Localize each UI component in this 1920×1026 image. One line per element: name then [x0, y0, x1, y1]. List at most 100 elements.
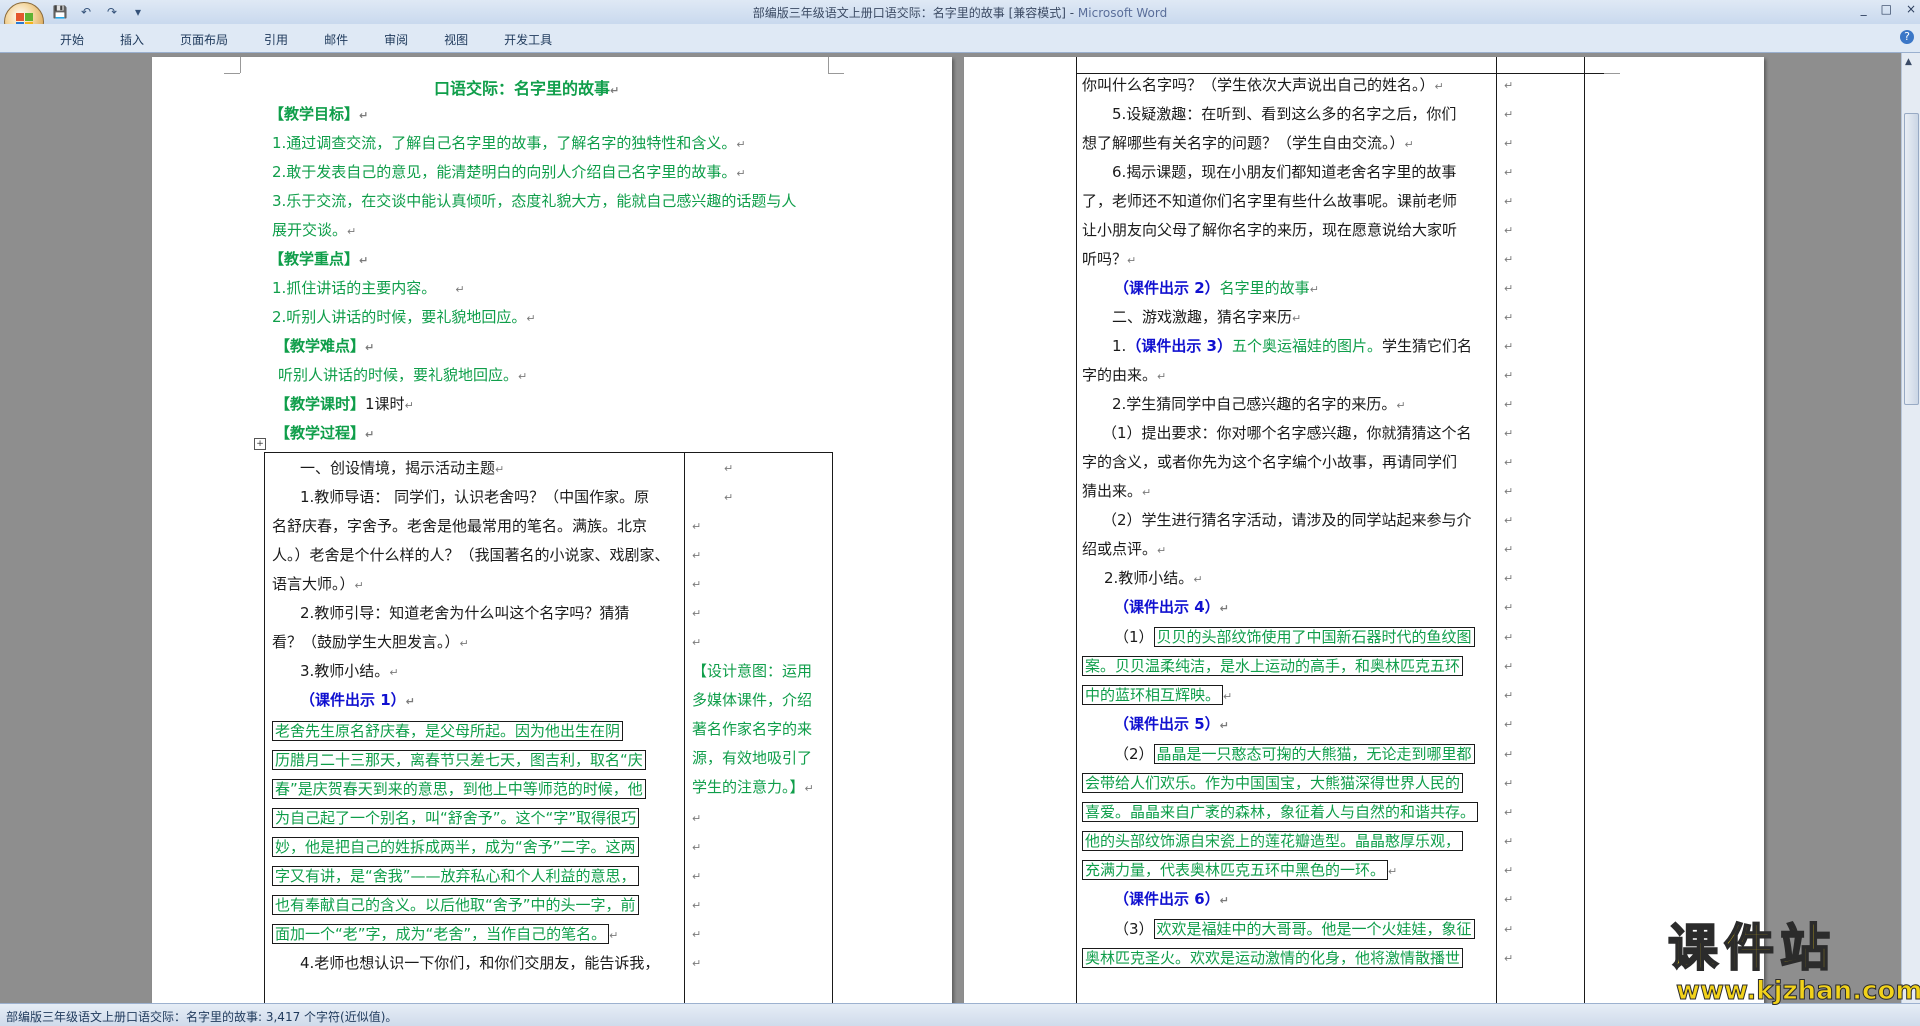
margin-corner-mark	[224, 73, 240, 74]
cell-line: （1）提出要求：你对哪个名字感兴趣，你就猜猜这个名	[1102, 424, 1472, 442]
cell-line: 字的含义，或者你先为这个名字编个小故事，再请同学们	[1082, 453, 1458, 471]
paragraph: 2.敢于发表自己的意见，能清楚明白的向别人介绍自己名字里的故事。↵	[272, 163, 746, 181]
cell-end-mark: ↵	[1504, 572, 1514, 585]
paragraph: 1.抓住讲话的主要内容。 ↵	[272, 279, 465, 297]
window-controls: _ □ ×	[1861, 2, 1916, 16]
title-bar: 💾 ↶ ↷ ▾ 部编版三年级语文上册口语交际：名字里的故事 [兼容模式] - M…	[0, 0, 1920, 42]
boxed-line: 老舍先生原名舒庆春，是父母所起。因为他出生在阴	[272, 717, 624, 746]
cell-line: 猜出来。↵	[1082, 482, 1152, 500]
cell-line: 3.教师小结。↵	[300, 662, 399, 680]
watermark-url: www.kjzhan.com	[1676, 976, 1920, 1007]
cell-end-mark: ↵	[1504, 224, 1514, 237]
cell-end-mark: ↵	[1504, 108, 1514, 121]
cell-end-mark: ↵	[1504, 514, 1514, 527]
boxed-line: 充满力量，代表奥林匹克五环中黑色的一环。 ↵	[1082, 856, 1397, 886]
boxed-line: 中的蓝环相互辉映。 ↵	[1082, 681, 1232, 711]
table-move-handle[interactable]: +	[254, 438, 266, 450]
boxed-line: 妙，他是把自己的姓拆成两半，成为“舍予”二字。这两	[272, 833, 639, 862]
scrollbar-thumb[interactable]	[1904, 113, 1919, 405]
paragraph: 2.听别人讲话的时候，要礼貌地回应。↵	[272, 308, 536, 326]
watermark-title: 课件站	[1667, 919, 1836, 977]
margin-corner-mark	[1604, 73, 1620, 74]
cell-line: 1.教师导语： 同学们，认识老舍吗？（中国作家。原	[300, 488, 650, 506]
cell-line: 二、游戏激趣，猜名字来历↵	[1112, 308, 1302, 326]
margin-corner-mark	[828, 57, 829, 73]
cell-end-mark: ↵	[1504, 166, 1514, 179]
table-border	[1584, 57, 1585, 1003]
cell-line: 4.老师也想认识一下你们，和你们交朋友，能告诉我，	[300, 954, 660, 972]
tab-insert[interactable]: 插入	[120, 31, 144, 48]
boxed-line: （2） 晶晶是一只憨态可掬的大熊猫，无论走到哪里都	[1114, 740, 1475, 769]
help-icon[interactable]: ?	[1900, 30, 1914, 44]
document-area[interactable]: 口语交际：名字里的故事↵ 【教学目标】↵ 1.通过调查交流，了解自己名字里的故事…	[0, 53, 1902, 1003]
cell-end-mark: ↵	[692, 636, 702, 649]
cell-line: 字的由来。↵	[1082, 366, 1167, 384]
cell-line: 6.揭示课题，现在小朋友们都知道老舍名字里的故事	[1112, 163, 1457, 181]
cell-end-mark: ↵	[692, 870, 702, 883]
table-border	[264, 452, 832, 453]
app-name: Microsoft Word	[1077, 6, 1168, 20]
minimize-icon[interactable]: _	[1861, 2, 1867, 16]
close-icon[interactable]: ×	[1906, 2, 1916, 16]
vertical-scrollbar[interactable]: ▲	[1901, 53, 1920, 1003]
cell-line: 语言大师。）↵	[272, 575, 364, 593]
boxed-line: 春”是庆贺春天到来的意思，到他上中等师范的时候，他	[272, 775, 646, 804]
cell-line: 名舒庆春，字舍予。老舍是他最常用的笔名。满族。北京	[272, 517, 648, 535]
scroll-up-icon[interactable]: ▲	[1905, 57, 1912, 67]
boxed-line: （1） 贝贝的头部纹饰使用了中国新石器时代的鱼纹图	[1114, 623, 1475, 652]
boxed-line: 奥林匹克圣火。欢欢是运动激情的化身，他将激情散播世	[1082, 944, 1464, 973]
courseware-label: （课件出示 1）↵	[300, 691, 415, 709]
cell-end-mark: ↵	[1504, 456, 1514, 469]
boxed-line: 历腊月二十三那天，离春节只差七天，图吉利，取名“庆	[272, 746, 646, 775]
tab-home[interactable]: 开始	[60, 31, 84, 48]
paragraph: 听别人讲话的时候，要礼貌地回应。↵	[278, 366, 528, 384]
design-note: 源，有效地吸引了	[692, 749, 813, 767]
cell-line: 1.（课件出示 3）五个奥运福娃的图片。学生猜它们名	[1112, 337, 1473, 355]
cell-line: 想了解哪些有关名字的问题？（学生自由交流。）↵	[1082, 134, 1414, 152]
cell-end-mark: ↵	[1504, 893, 1514, 906]
tab-developer[interactable]: 开发工具	[504, 31, 552, 48]
tab-review[interactable]: 审阅	[384, 31, 408, 48]
cell-line: 让小朋友向父母了解你名字的来历，现在愿意说给大家听	[1082, 221, 1458, 239]
window-title: 部编版三年级语文上册口语交际：名字里的故事 [兼容模式] - Microsoft…	[0, 4, 1920, 21]
section-heading: 【教学目标】↵	[269, 105, 369, 123]
design-note: 著名作家名字的来	[692, 720, 813, 738]
document-title: 部编版三年级语文上册口语交际：名字里的故事 [兼容模式] -	[752, 6, 1078, 20]
cell-end-mark: ↵	[692, 957, 702, 970]
table-border	[1076, 57, 1077, 1003]
table-border	[684, 452, 685, 1003]
cell-end-mark: ↵	[1504, 660, 1514, 673]
page-1[interactable]: 口语交际：名字里的故事↵ 【教学目标】↵ 1.通过调查交流，了解自己名字里的故事…	[152, 57, 952, 1003]
cell-end-mark: ↵	[1504, 311, 1514, 324]
cell-end-mark: ↵	[692, 899, 702, 912]
cell-end-mark: ↵	[692, 812, 702, 825]
boxed-line: 也有奉献自己的含义。以后他取“舍予”中的头一字，前	[272, 891, 639, 920]
cell-line: （2）学生进行猜名字活动，请涉及的同学站起来参与介	[1102, 511, 1472, 529]
design-note: 【设计意图：运用	[692, 662, 813, 680]
cell-end-mark: ↵	[692, 928, 702, 941]
boxed-line: 案。贝贝温柔纯洁，是水上运动的高手，和奥林匹克五环	[1082, 652, 1464, 681]
maximize-icon[interactable]: □	[1881, 2, 1892, 16]
table-border	[1496, 57, 1497, 1003]
table-border	[832, 452, 833, 1003]
paragraph: 3.乐于交流，在交谈中能认真倾听，态度礼貌大方，能就自己感兴趣的话题与人	[272, 192, 797, 210]
page-2[interactable]: 你叫什么名字吗？（学生依次大声说出自己的姓名。）↵ 5.设疑激趣：在听到、看到这…	[964, 57, 1764, 1003]
cell-end-mark: ↵	[1504, 369, 1514, 382]
cell-line: 5.设疑激趣：在听到、看到这么多的名字之后，你们	[1112, 105, 1457, 123]
boxed-line: 会带给人们欢乐。作为中国国宝，大熊猫深得世界人民的	[1082, 769, 1464, 798]
cell-end-mark: ↵	[1504, 398, 1514, 411]
tab-mailings[interactable]: 邮件	[324, 31, 348, 48]
cell-end-mark: ↵	[692, 841, 702, 854]
tab-view[interactable]: 视图	[444, 31, 468, 48]
cell-end-mark: ↵	[1504, 485, 1514, 498]
courseware-label: （课件出示 4）↵	[1114, 598, 1229, 616]
ribbon-tabs: 开始 插入 页面布局 引用 邮件 审阅 视图 开发工具 ?	[0, 24, 1920, 53]
design-note: 多媒体课件，介绍	[692, 691, 813, 709]
cell-line: 你叫什么名字吗？（学生依次大声说出自己的姓名。）↵	[1082, 76, 1444, 94]
cell-end-mark: ↵	[692, 607, 702, 620]
paragraph: 1.通过调查交流，了解自己名字里的故事，了解名字的独特性和含义。↵	[272, 134, 746, 152]
cell-end-mark: ↵	[724, 462, 734, 475]
tab-references[interactable]: 引用	[264, 31, 288, 48]
section-heading: 【教学难点】↵	[275, 337, 375, 355]
tab-page-layout[interactable]: 页面布局	[180, 31, 228, 48]
